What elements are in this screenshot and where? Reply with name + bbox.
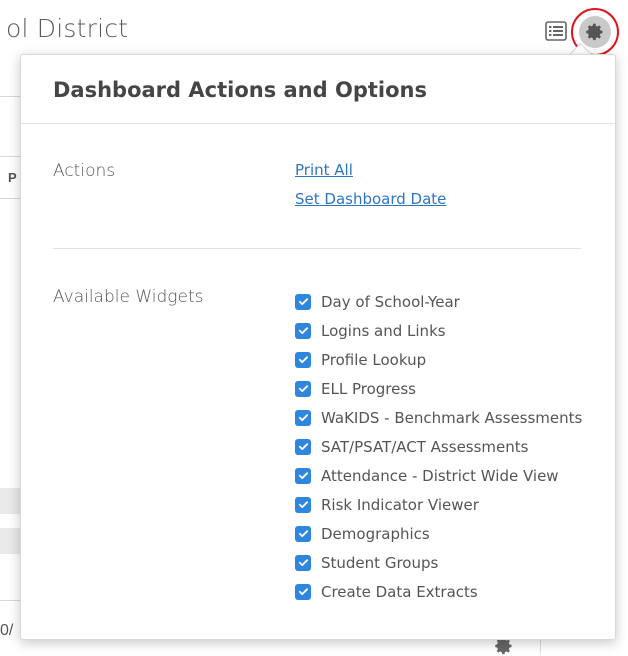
available-widgets-label: Available Widgets [53,287,204,307]
widget-checkbox[interactable] [295,380,311,397]
check-icon [298,530,308,538]
widget-checkbox[interactable] [295,525,311,542]
page-title: ol District [6,14,129,43]
widget-option[interactable]: SAT/PSAT/ACT Assessments [295,432,582,461]
widget-label: Logins and Links [321,321,446,340]
column-header-fragment: P [8,170,17,185]
widget-label: Create Data Extracts [321,582,478,601]
widget-checkbox[interactable] [295,496,311,513]
widget-label: SAT/PSAT/ACT Assessments [321,437,529,456]
print-all-link[interactable]: Print All [295,161,353,179]
divider [21,123,615,124]
widget-option[interactable]: WaKIDS - Benchmark Assessments [295,403,582,432]
widget-option[interactable]: Profile Lookup [295,345,582,374]
widget-label: Risk Indicator Viewer [321,495,479,514]
check-icon [298,559,308,567]
widget-label: Profile Lookup [321,350,427,369]
widget-option[interactable]: Attendance - District Wide View [295,461,582,490]
widget-checkbox[interactable] [295,351,311,368]
widget-option[interactable]: Student Groups [295,548,582,577]
widget-checkbox[interactable] [295,583,311,600]
widget-option[interactable]: Create Data Extracts [295,577,582,606]
check-icon [298,327,308,335]
widget-option[interactable]: Logins and Links [295,316,582,345]
widget-checkbox[interactable] [295,409,311,426]
divider [0,96,22,97]
widget-option[interactable]: ELL Progress [295,374,582,403]
check-icon [298,443,308,451]
divider [53,248,581,249]
widget-checkbox[interactable] [295,467,311,484]
check-icon [298,501,308,509]
widget-option[interactable]: Demographics [295,519,582,548]
divider [0,198,22,199]
widget-checkbox[interactable] [295,554,311,571]
widget-label: Attendance - District Wide View [321,466,559,485]
widget-checkbox[interactable] [295,293,311,310]
check-icon [298,414,308,422]
widget-label: ELL Progress [321,379,416,398]
widget-label: Student Groups [321,553,439,572]
widget-checkbox[interactable] [295,322,311,339]
check-icon [298,298,308,306]
popover-title: Dashboard Actions and Options [53,78,427,102]
widget-title-fragment: 0/ [0,622,14,639]
check-icon [298,385,308,393]
actions-label: Actions [53,161,116,181]
table-row-fragment [0,528,20,554]
divider [0,156,22,157]
check-icon [298,356,308,364]
list-view-icon[interactable] [545,21,567,41]
set-dashboard-date-link[interactable]: Set Dashboard Date [295,190,446,208]
widget-label: Day of School-Year [321,292,460,311]
check-icon [298,588,308,596]
widget-label: WaKIDS - Benchmark Assessments [321,408,583,427]
widget-label: Demographics [321,524,430,543]
divider [0,600,22,601]
widget-list: Day of School-Year Logins and Links Profil… [295,287,582,606]
widget-option[interactable]: Risk Indicator Viewer [295,490,582,519]
check-icon [298,472,308,480]
widget-checkbox[interactable] [295,438,311,455]
table-row-fragment [0,488,20,514]
widget-option[interactable]: Day of School-Year [295,287,582,316]
dashboard-options-popover: Dashboard Actions and Options Actions Pr… [20,54,616,640]
